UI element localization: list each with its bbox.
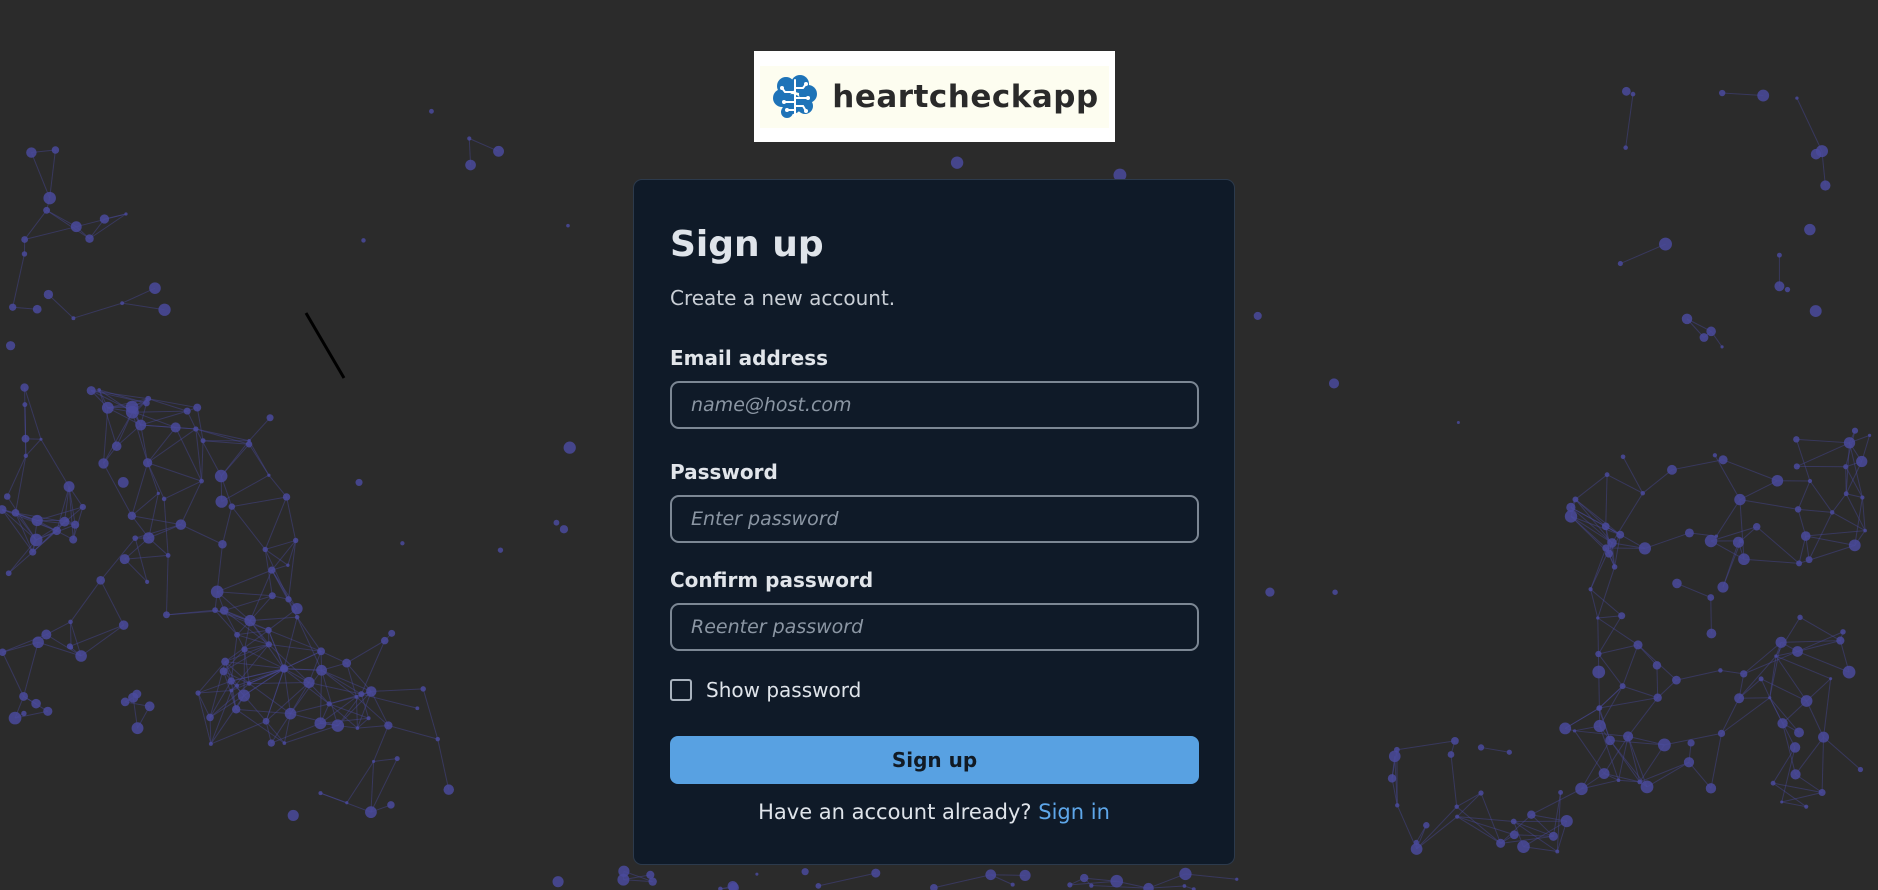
confirm-password-label: Confirm password [670, 568, 874, 592]
sign-up-button[interactable]: Sign up [670, 736, 1199, 784]
password-label: Password [670, 460, 778, 484]
page-subtitle: Create a new account. [670, 286, 896, 310]
show-password-label[interactable]: Show password [706, 678, 861, 702]
show-password-row[interactable]: Show password [670, 678, 861, 702]
email-label: Email address [670, 346, 829, 370]
page-title: Sign up [670, 224, 824, 265]
sign-in-link[interactable]: Sign in [1038, 800, 1110, 824]
show-password-checkbox[interactable] [670, 679, 692, 701]
signup-card: Sign up Create a new account. Email addr… [633, 179, 1235, 865]
logo-inner: heartcheckapp [760, 65, 1109, 128]
password-field[interactable] [670, 495, 1199, 543]
logo: heartcheckapp [754, 51, 1115, 142]
logo-text: heartcheckapp [832, 78, 1099, 115]
brain-icon [773, 74, 818, 118]
email-field[interactable] [670, 381, 1199, 429]
signin-prompt: Have an account already? Sign in [634, 800, 1234, 824]
signin-prompt-text: Have an account already? [758, 800, 1032, 824]
confirm-password-field[interactable] [670, 603, 1199, 651]
